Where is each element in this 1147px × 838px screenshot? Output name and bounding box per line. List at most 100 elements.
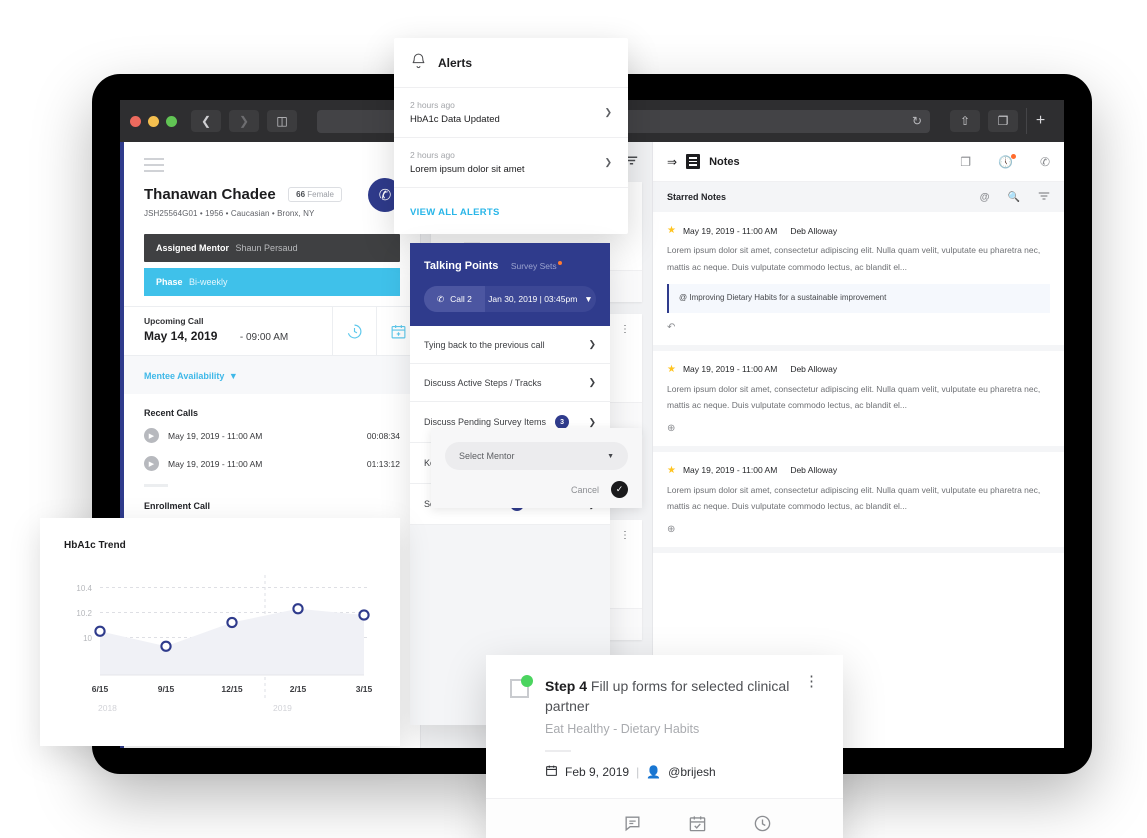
hba1c-chart-card: HbA1c Trend 10 10.2 10.4 6/15 9/15 12/15 2/15 3…: [40, 518, 400, 746]
status-badge: 3: [555, 415, 570, 429]
phase-label: Phase: [156, 277, 183, 287]
mentee-availability-toggle[interactable]: Mentee Availability ▼: [124, 356, 420, 394]
alert-title: HbA1c Data Updated: [410, 114, 500, 125]
check-circle-icon[interactable]: ✓: [611, 481, 628, 499]
note-body: Lorem ipsum dolor sit amet, consectetur …: [667, 245, 1041, 272]
talking-point-row[interactable]: Tying back to the previous call ❯: [410, 326, 610, 364]
show-tabs-icon[interactable]: ❐: [988, 110, 1018, 132]
forward-icon[interactable]: ❯: [229, 110, 259, 132]
starred-notes-title: Starred Notes: [667, 192, 727, 202]
view-all-alerts-link[interactable]: VIEW ALL ALERTS: [410, 207, 500, 218]
survey-sets-link[interactable]: Survey Sets: [511, 261, 557, 271]
add-circle-icon[interactable]: ⊕: [667, 423, 1050, 434]
star-icon[interactable]: ★: [667, 465, 676, 476]
phone-call-icon[interactable]: ✆: [1040, 155, 1050, 169]
chart-plot-area: 10 10.2 10.4 6/15 9/15 12/15 2/15 3/15 2018 2019: [54, 561, 386, 721]
step-assignee: @brijesh: [668, 765, 716, 780]
user-icon: 👤: [646, 765, 662, 780]
play-icon[interactable]: ▶: [144, 428, 159, 443]
svg-text:9/15: 9/15: [158, 684, 175, 694]
kebab-menu-icon[interactable]: ⋮: [804, 674, 819, 780]
share-icon[interactable]: ⇧: [950, 110, 980, 132]
chevron-down-icon: ▼: [607, 452, 614, 460]
alert-item[interactable]: 2 hours ago Lorem ipsum dolor sit amet ❯: [394, 137, 628, 187]
comment-icon[interactable]: [623, 814, 642, 838]
talking-point-label: Tying back to the previous call: [424, 339, 545, 350]
alerts-popover: Alerts 2 hours ago HbA1c Data Updated ❯ …: [394, 38, 628, 234]
talking-point-label: Discuss Pending Survey Items: [424, 417, 547, 427]
filter-icon[interactable]: [1038, 191, 1050, 204]
call-duration: 00:08:34: [366, 430, 400, 441]
clock-badge-icon[interactable]: 🕔: [998, 153, 1016, 169]
clock-icon[interactable]: [753, 814, 772, 838]
reply-icon[interactable]: ↶: [667, 322, 1050, 333]
page-title: Thanawan Chadee: [144, 186, 276, 204]
hamburger-menu-icon[interactable]: [124, 142, 420, 182]
minimize-window-button[interactable]: [148, 115, 159, 127]
clock-history-icon[interactable]: [332, 307, 376, 355]
at-mention-icon[interactable]: @: [980, 192, 990, 203]
note-body: Lorem ipsum dolor sit amet, consectetur …: [667, 484, 1041, 512]
patient-header: Thanawan Chadee 66 Female JSH25564G01 • …: [124, 178, 420, 218]
mentor-select[interactable]: Select Mentor ▼: [445, 442, 628, 471]
arrow-right-icon[interactable]: ⇒: [667, 155, 677, 169]
upcoming-call-time: - 09:00 AM: [239, 332, 289, 343]
note-item[interactable]: ★ May 19, 2019 - 11:00 AM Deb Alloway Lo…: [653, 351, 1064, 452]
window-traffic-lights[interactable]: [130, 115, 177, 127]
select-mentor-popover: Select Mentor ▼ Cancel ✓: [431, 428, 642, 509]
sidebar-toggle-icon[interactable]: ◫: [267, 110, 297, 132]
chevron-down-icon: ▼: [228, 371, 238, 381]
svg-text:10.2: 10.2: [76, 609, 92, 618]
search-icon[interactable]: 🔍: [1008, 192, 1020, 203]
at-mention-icon: @: [679, 293, 688, 303]
note-item[interactable]: ★ May 19, 2019 - 11:00 AM Deb Alloway Lo…: [653, 212, 1064, 351]
list-item[interactable]: ▶ May 19, 2019 - 11:00 AM 00:08:34: [144, 428, 400, 443]
calendar-check-icon[interactable]: [688, 814, 707, 838]
star-icon[interactable]: ★: [667, 225, 676, 236]
cancel-button[interactable]: Cancel: [571, 485, 599, 495]
chevron-right-icon: ❯: [588, 377, 596, 387]
call-duration: 01:13:12: [366, 458, 400, 469]
talking-point-label: Discuss Active Steps / Tracks: [424, 377, 542, 388]
assigned-mentor-label: Assigned Mentor: [156, 243, 230, 253]
enrollment-call-title: Enrollment Call: [144, 501, 211, 511]
star-icon[interactable]: ★: [667, 364, 676, 375]
step-checkbox[interactable]: [510, 675, 533, 698]
talking-point-row[interactable]: Discuss Active Steps / Tracks ❯: [410, 364, 610, 402]
note-item[interactable]: ★ May 19, 2019 - 11:00 AM Deb Alloway Lo…: [653, 452, 1064, 553]
play-icon[interactable]: ▶: [144, 456, 159, 471]
maximize-window-button[interactable]: [166, 115, 177, 127]
svg-text:12/15: 12/15: [221, 684, 243, 694]
add-circle-icon[interactable]: ⊕: [667, 524, 1050, 535]
screenshot-root: ❮ ❯ ◫ ↻ ⇧ ❐ + Thanawan Chadee 66 Female …: [0, 0, 1147, 838]
svg-text:10: 10: [83, 634, 92, 643]
close-window-button[interactable]: [130, 115, 141, 127]
svg-text:3/15: 3/15: [356, 684, 373, 694]
list-item[interactable]: ▶ May 19, 2019 - 11:00 AM 01:13:12: [144, 456, 400, 471]
note-body: Lorem ipsum dolor sit amet, consectetur …: [667, 383, 1041, 411]
call-label: Call 2: [450, 294, 472, 304]
step-label: Step 4: [545, 678, 588, 694]
new-tab-button[interactable]: +: [1026, 108, 1054, 134]
note-date: May 19, 2019 - 11:00 AM: [682, 225, 778, 236]
assigned-mentor-bar: Assigned Mentor Shaun Persaud: [144, 234, 400, 262]
mentor-select-value: Select Mentor: [459, 451, 515, 462]
kebab-menu-icon[interactable]: ⋮: [620, 531, 630, 598]
call-selector[interactable]: ✆ Call 2 Jan 30, 2019 | 03:45pm ▼: [424, 286, 596, 312]
upcoming-call-section: Upcoming Call May 14, 2019 - 09:00 AM: [124, 306, 420, 356]
copy-icon[interactable]: ❐: [960, 155, 971, 169]
note-author: Deb Alloway: [790, 225, 838, 236]
recent-calls-section: Recent Calls ▶ May 19, 2019 - 11:00 AM 0…: [124, 394, 420, 487]
bell-alert-icon: [410, 52, 427, 73]
patient-age: 66: [296, 190, 306, 200]
mentee-availability-label: Mentee Availability: [144, 371, 225, 381]
alert-item[interactable]: 2 hours ago HbA1c Data Updated ❯: [394, 87, 628, 137]
notes-title: Notes: [709, 155, 740, 168]
svg-text:2018: 2018: [98, 703, 117, 713]
upcoming-call-date: May 14, 2019: [144, 329, 218, 343]
reload-icon[interactable]: ↻: [912, 114, 922, 128]
step-detail-card[interactable]: Step 4 Fill up forms for selected clinic…: [486, 655, 843, 838]
back-icon[interactable]: ❮: [191, 110, 221, 132]
patient-meta: JSH25564G01 • 1956 • Caucasian • Bronx, …: [144, 209, 315, 218]
kebab-menu-icon[interactable]: ⋮: [620, 325, 630, 392]
